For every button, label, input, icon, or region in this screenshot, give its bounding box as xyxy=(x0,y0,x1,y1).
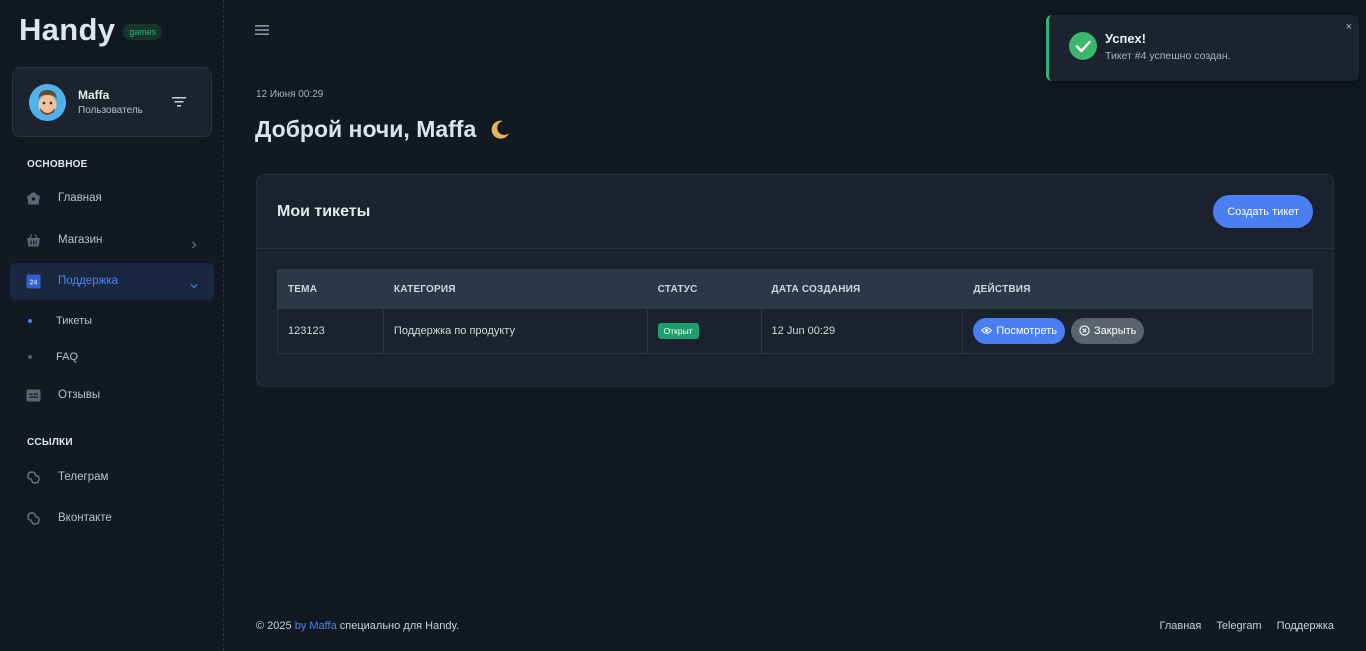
footer-links: Главная Telegram Поддержка xyxy=(1144,620,1334,632)
status-badge: Открыт xyxy=(657,322,699,339)
reviews-icon xyxy=(26,388,41,403)
tickets-card: Мои тикеты Создать тикет Тема Категория … xyxy=(256,174,1334,387)
view-ticket-button[interactable]: Посмотреть xyxy=(973,317,1065,344)
sidebar-subitem-tickets[interactable]: Тикеты xyxy=(28,311,92,331)
eye-icon xyxy=(981,327,993,334)
brand[interactable]: Handy games xyxy=(19,12,163,48)
user-role: Пользователь xyxy=(78,105,143,116)
footer-copyright: © 2025 by Maffa специально для Handy. xyxy=(256,620,459,632)
moon-icon xyxy=(488,118,512,142)
ticket-status-cell: Открыт xyxy=(646,309,762,354)
menu-toggle-icon[interactable] xyxy=(254,23,270,37)
app-root: Handy games Maffa Пользователь ОСНОВНОЕ … xyxy=(0,0,1366,651)
home-icon xyxy=(26,191,41,206)
sidebar-item-label: Вконтакте xyxy=(58,512,112,524)
toast-message: Тикет #4 успешно создан. xyxy=(1105,50,1231,62)
user-card: Maffa Пользователь xyxy=(12,67,212,137)
ticket-subject: 123123 xyxy=(277,309,384,354)
bullet-icon xyxy=(28,355,32,359)
basket-icon xyxy=(26,233,41,248)
link-icon xyxy=(26,470,41,485)
sidebar-subitem-faq[interactable]: FAQ xyxy=(28,347,78,367)
create-ticket-button[interactable]: Создать тикет xyxy=(1213,195,1313,228)
toast-close-button[interactable]: × xyxy=(1346,21,1352,33)
close-ticket-button[interactable]: Закрыть xyxy=(1071,317,1145,344)
brand-badge: games xyxy=(123,24,163,40)
sidebar-item-label: Магазин xyxy=(58,234,103,246)
support-24-icon: 24 xyxy=(26,274,41,289)
sidebar-item-reviews[interactable]: Отзывы xyxy=(10,377,214,414)
link-icon xyxy=(26,511,41,526)
ticket-actions: Посмотреть Закрыть xyxy=(962,309,1313,354)
filter-icon[interactable] xyxy=(171,95,187,109)
column-header-subject: Тема xyxy=(277,269,384,309)
card-header: Мои тикеты Создать тикет xyxy=(257,175,1333,249)
success-toast: Успех! Тикет #4 успешно создан. × xyxy=(1046,15,1359,81)
sidebar-item-home[interactable]: Главная xyxy=(10,180,214,217)
footer-link-support[interactable]: Поддержка xyxy=(1277,620,1334,632)
column-header-created: Дата создания xyxy=(760,269,963,309)
sidebar-item-shop[interactable]: Магазин xyxy=(10,222,214,259)
copyright-suffix: специально для Handy. xyxy=(339,620,460,632)
author-link[interactable]: by Maffa xyxy=(295,620,337,632)
view-ticket-label: Посмотреть xyxy=(996,324,1057,337)
check-circle-icon xyxy=(1069,32,1097,60)
table-row: 123123 Поддержка по продукту Открыт 12 J… xyxy=(277,309,1313,354)
card-title: Мои тикеты xyxy=(277,203,371,220)
page-title: Доброй ночи, Maffa xyxy=(255,116,512,143)
sidebar-item-label: Главная xyxy=(58,192,102,204)
ticket-category: Поддержка по продукту xyxy=(382,309,648,354)
sidebar-subitem-label: FAQ xyxy=(56,351,79,363)
sidebar-item-vk[interactable]: Вконтакте xyxy=(10,500,214,537)
column-header-category: Категория xyxy=(382,269,648,309)
current-date: 12 Июня 00:29 xyxy=(256,89,324,100)
copyright-prefix: © 2025 xyxy=(256,620,292,632)
bullet-icon xyxy=(28,319,32,323)
brand-name: Handy xyxy=(19,12,116,47)
toast-title: Успех! xyxy=(1105,31,1146,46)
sidebar-item-label: Отзывы xyxy=(58,389,101,401)
greeting-text: Доброй ночи, Maffa xyxy=(255,116,477,142)
footer-link-home[interactable]: Главная xyxy=(1159,620,1201,632)
ticket-created: 12 Jun 00:29 xyxy=(760,309,964,354)
tickets-table: Тема Категория Статус Дата создания Дейс… xyxy=(277,269,1313,354)
user-name: Maffa xyxy=(78,88,110,102)
section-title-main: Основное xyxy=(27,159,88,170)
table-header-row: Тема Категория Статус Дата создания Дейс… xyxy=(277,269,1313,309)
column-header-status: Статус xyxy=(646,269,762,309)
column-header-actions: Действия xyxy=(962,269,1313,309)
sidebar-item-support[interactable]: 24 Поддержка xyxy=(10,263,214,300)
sidebar: Handy games Maffa Пользователь ОСНОВНОЕ … xyxy=(0,0,224,651)
sidebar-item-telegram[interactable]: Телеграм xyxy=(10,459,214,496)
chevron-down-icon xyxy=(190,277,198,289)
chevron-right-icon xyxy=(190,236,198,249)
sidebar-subitem-label: Тикеты xyxy=(56,315,93,327)
sidebar-item-label: Поддержка xyxy=(58,275,118,287)
avatar xyxy=(29,84,66,121)
footer-link-telegram[interactable]: Telegram xyxy=(1216,620,1261,632)
sidebar-item-label: Телеграм xyxy=(58,471,109,483)
close-ticket-label: Закрыть xyxy=(1094,324,1137,337)
svg-text:24: 24 xyxy=(30,280,38,287)
close-circle-icon xyxy=(1079,325,1090,336)
section-title-links: Ссылки xyxy=(27,437,73,448)
